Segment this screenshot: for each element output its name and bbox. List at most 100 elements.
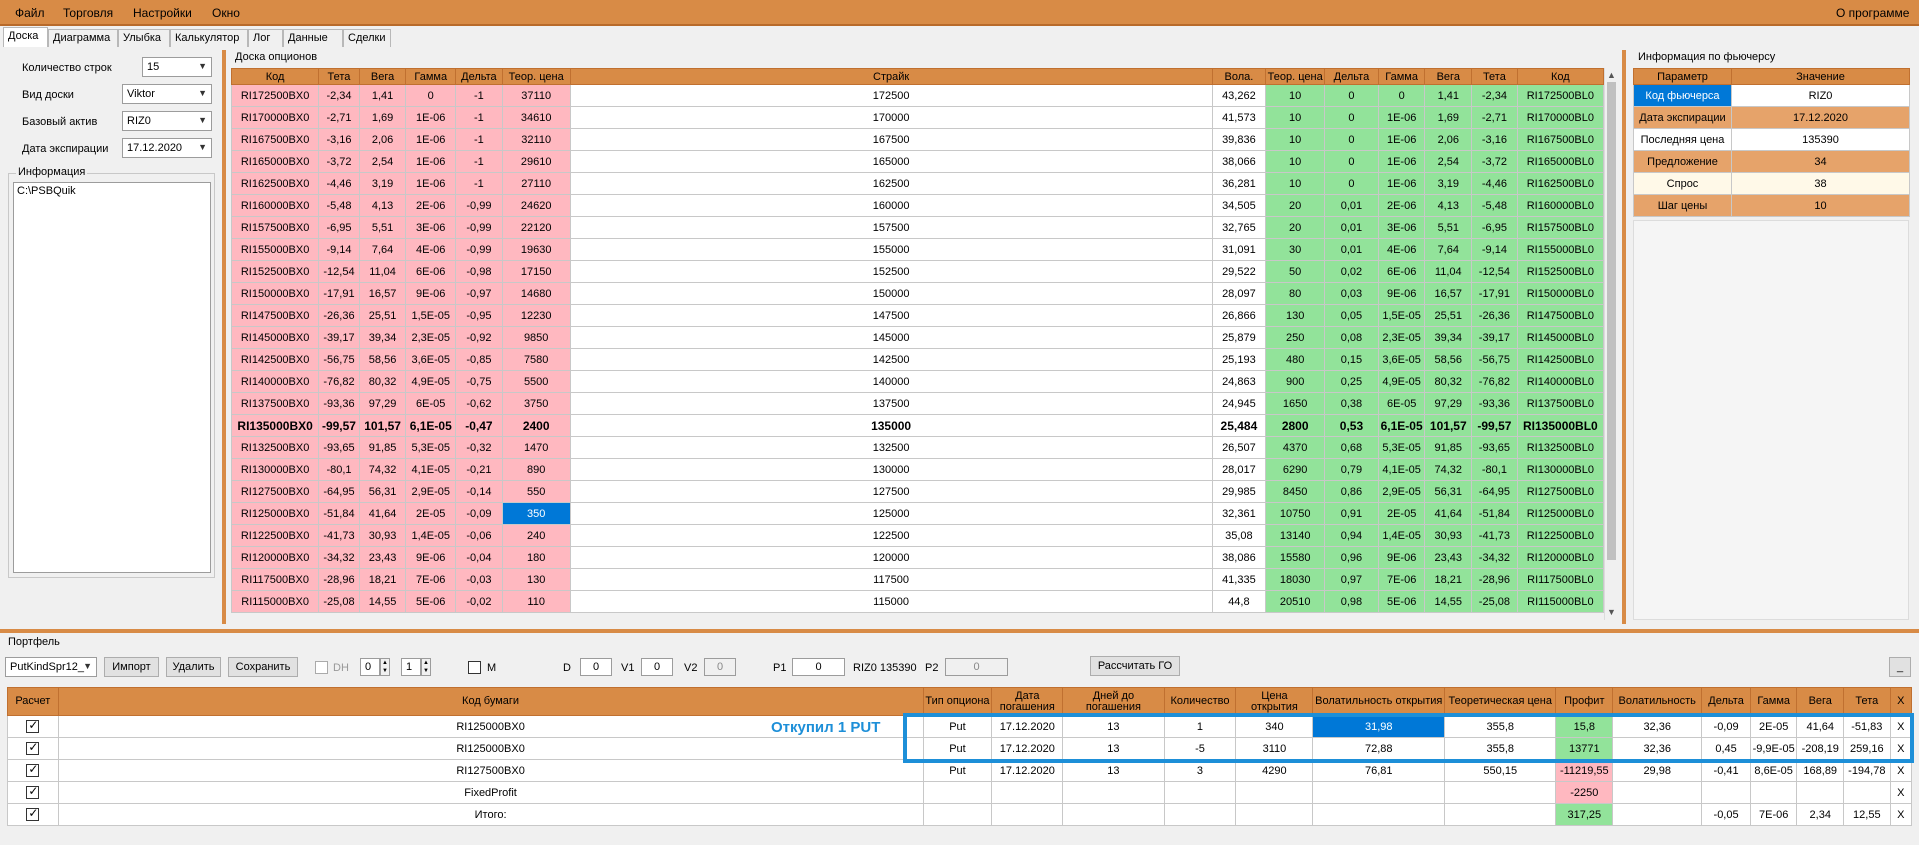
board-cell[interactable]: 25,51 — [1424, 304, 1473, 327]
board-cell[interactable]: 165000 — [569, 150, 1213, 173]
board-cell[interactable]: 7,64 — [358, 238, 407, 261]
p1-input[interactable]: 0 — [792, 658, 845, 676]
portfolio-header-15[interactable]: X — [1889, 687, 1913, 716]
board-cell[interactable]: 6,1E-05 — [405, 414, 457, 437]
scroll-down-icon[interactable]: ▼ — [1607, 607, 1616, 617]
board-cell[interactable]: 10 — [1265, 128, 1326, 151]
calc-checkbox[interactable] — [26, 762, 40, 777]
board-cell[interactable]: 240 — [501, 524, 571, 547]
board-cell[interactable]: -51,84 — [318, 502, 360, 525]
board-cell[interactable]: RI152500BL0 — [1516, 260, 1605, 283]
board-cell[interactable]: -26,36 — [1471, 304, 1518, 327]
m-checkbox[interactable] — [468, 661, 481, 674]
futures-row[interactable]: Код фьючерса RIZ0 — [1633, 84, 1910, 107]
board-cell[interactable]: 1E-06 — [1377, 150, 1426, 173]
board-cell[interactable]: 19630 — [501, 238, 571, 261]
minimize-button[interactable]: _ — [1889, 657, 1911, 677]
board-cell[interactable]: 117500 — [569, 568, 1213, 591]
board-cell[interactable]: -2,71 — [1471, 106, 1518, 129]
board-cell[interactable]: 350 — [501, 502, 571, 525]
splitter-left[interactable] — [222, 50, 226, 624]
board-cell[interactable]: 0,38 — [1324, 392, 1379, 415]
board-cell[interactable]: 12230 — [501, 304, 571, 327]
board-cell[interactable]: 147500 — [569, 304, 1213, 327]
board-cell[interactable]: 2,9E-05 — [405, 480, 457, 503]
board-cell[interactable]: 0,15 — [1324, 348, 1379, 371]
futures-param[interactable]: Дата экспирации — [1633, 106, 1732, 129]
splitter-bottom[interactable] — [0, 629, 1919, 633]
base-asset-select[interactable]: RIZ0 ▼ — [122, 111, 212, 131]
board-cell[interactable]: 80,32 — [358, 370, 407, 393]
portfolio-header-9[interactable]: Профит — [1555, 687, 1614, 716]
portfolio-cell[interactable] — [991, 781, 1064, 804]
portfolio-cell[interactable] — [1796, 781, 1845, 804]
remove-row-button[interactable]: X — [1889, 803, 1913, 826]
portfolio-cell[interactable]: RI125000BX0 — [57, 737, 924, 760]
board-cell[interactable]: 34610 — [501, 106, 571, 129]
futures-value[interactable]: 10 — [1731, 194, 1910, 217]
board-cell[interactable]: RI135000BL0 — [1516, 414, 1605, 437]
board-cell[interactable]: -2,34 — [318, 84, 360, 107]
futures-row[interactable]: Последняя цена 135390 — [1633, 128, 1910, 151]
board-cell[interactable]: 14,55 — [358, 590, 407, 613]
board-row[interactable]: RI140000BX0 -76,82 80,32 4,9E-05 -0,75 5500 14… — [230, 370, 1605, 393]
board-cell[interactable]: RI170000BL0 — [1516, 106, 1605, 129]
portfolio-header-14[interactable]: Тета — [1843, 687, 1891, 716]
board-cell[interactable]: 160000 — [569, 194, 1213, 217]
scroll-thumb[interactable] — [1607, 82, 1616, 560]
board-row[interactable]: RI115000BX0 -25,08 14,55 5E-06 -0,02 110 11500… — [230, 590, 1605, 613]
board-cell[interactable]: 1E-06 — [405, 172, 457, 195]
board-cell[interactable]: 4E-06 — [1377, 238, 1426, 261]
board-cell[interactable]: 6290 — [1265, 458, 1326, 481]
board-cell[interactable]: -99,57 — [318, 414, 360, 437]
board-cell[interactable]: 550 — [501, 480, 571, 503]
board-cell[interactable]: -0,99 — [455, 238, 503, 261]
calc-checkbox[interactable] — [26, 718, 40, 733]
board-cell[interactable]: 5,51 — [358, 216, 407, 239]
board-cell[interactable]: -93,36 — [1471, 392, 1518, 415]
board-cell[interactable]: 16,57 — [358, 282, 407, 305]
futures-value[interactable]: 34 — [1731, 150, 1910, 173]
board-cell[interactable]: -3,72 — [1471, 150, 1518, 173]
board-cell[interactable]: 30 — [1265, 238, 1326, 261]
import-button[interactable]: Импорт — [104, 657, 159, 677]
board-cell[interactable]: 29,985 — [1211, 480, 1267, 503]
board-cell[interactable]: 28,017 — [1211, 458, 1267, 481]
board-cell[interactable]: 1,41 — [358, 84, 407, 107]
board-cell[interactable]: 32,765 — [1211, 216, 1267, 239]
board-cell[interactable]: 34,505 — [1211, 194, 1267, 217]
board-cell[interactable]: -25,08 — [318, 590, 360, 613]
board-header-10[interactable]: Гамма — [1377, 68, 1426, 85]
board-cell[interactable]: 0,08 — [1324, 326, 1379, 349]
board-cell[interactable]: 38,086 — [1211, 546, 1267, 569]
portfolio-cell[interactable] — [1062, 803, 1165, 826]
portfolio-cell[interactable]: 2,34 — [1796, 803, 1845, 826]
futures-value[interactable]: 17.12.2020 — [1731, 106, 1910, 129]
board-cell[interactable]: 1E-06 — [1377, 128, 1426, 151]
portfolio-cell[interactable] — [1312, 781, 1446, 804]
board-cell[interactable]: 50 — [1265, 260, 1326, 283]
board-cell[interactable]: 2800 — [1265, 414, 1326, 437]
portfolio-cell[interactable]: -2250 — [1555, 781, 1614, 804]
board-cell[interactable]: -1 — [455, 172, 503, 195]
board-cell[interactable]: RI145000BL0 — [1516, 326, 1605, 349]
portfolio-select[interactable]: PutKindSpr12_ ▼ — [5, 657, 97, 677]
board-row[interactable]: RI157500BX0 -6,95 5,51 3E-06 -0,99 22120 15750… — [230, 216, 1605, 239]
board-cell[interactable]: 91,85 — [358, 436, 407, 459]
board-cell[interactable]: -80,1 — [318, 458, 360, 481]
board-cell[interactable]: -41,73 — [1471, 524, 1518, 547]
board-cell[interactable]: RI130000BL0 — [1516, 458, 1605, 481]
futures-row[interactable]: Спрос 38 — [1633, 172, 1910, 195]
board-cell[interactable]: RI137500BX0 — [230, 392, 320, 415]
board-cell[interactable]: RI172500BX0 — [230, 84, 320, 107]
board-cell[interactable]: 130 — [501, 568, 571, 591]
board-cell[interactable]: 11,04 — [1424, 260, 1473, 283]
board-cell[interactable]: 97,29 — [358, 392, 407, 415]
board-cell[interactable]: 9850 — [501, 326, 571, 349]
portfolio-cell[interactable] — [1312, 803, 1446, 826]
board-cell[interactable]: 4,1E-05 — [1377, 458, 1426, 481]
portfolio-cell[interactable]: -0,05 — [1701, 803, 1751, 826]
board-cell[interactable]: 32,361 — [1211, 502, 1267, 525]
tab-board[interactable]: Доска — [3, 27, 48, 47]
board-cell[interactable]: 41,64 — [1424, 502, 1473, 525]
